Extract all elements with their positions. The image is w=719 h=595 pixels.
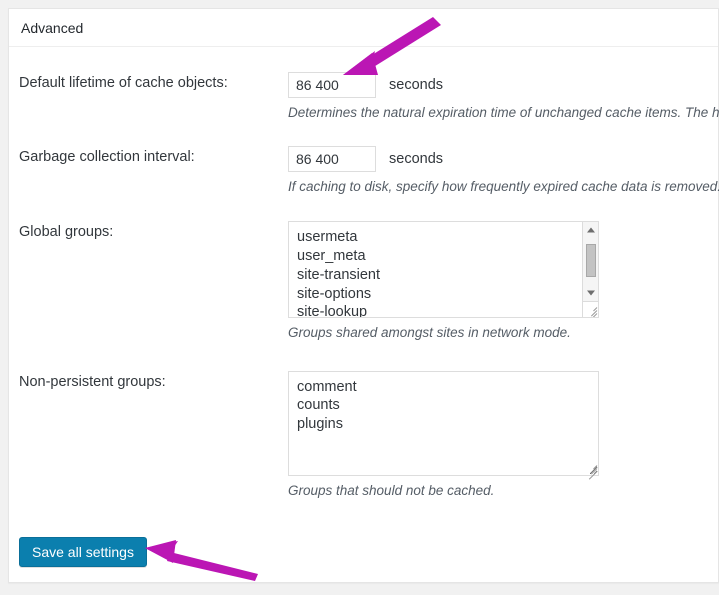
- gc-interval-unit-label: seconds: [389, 151, 444, 168]
- advanced-settings-card: Advanced Default lifetime of cache objec…: [8, 8, 719, 583]
- field-row-global-groups: Global groups: usermeta user_meta site-t…: [9, 196, 718, 342]
- field-gc-interval-cell: seconds If caching to disk, specify how …: [288, 146, 719, 196]
- cache-lifetime-input-line: seconds: [288, 72, 718, 98]
- label-cache-lifetime: Default lifetime of cache objects:: [19, 75, 228, 91]
- nonpersistent-groups-textarea-wrapper: comment counts plugins: [288, 370, 599, 480]
- field-global-groups-cell: usermeta user_meta site-transient site-o…: [288, 221, 718, 342]
- label-global-groups-cell: Global groups:: [9, 221, 288, 242]
- nonpersistent-groups-textarea[interactable]: comment counts plugins: [288, 370, 599, 476]
- gc-interval-input-line: seconds: [288, 146, 718, 173]
- nonpersistent-groups-description: Groups that should not be cached.: [288, 482, 495, 498]
- cache-lifetime-unit-label: seconds: [389, 77, 444, 93]
- field-nonpersistent-groups-cell: comment counts plugins Groups that shoul…: [288, 370, 718, 500]
- page-title: Advanced: [21, 20, 84, 36]
- label-gc-interval-cell: Garbage collection interval:: [9, 146, 288, 167]
- global-groups-description: Groups shared amongst sites in network m…: [288, 325, 571, 341]
- field-row-nonpersistent-groups: Non-persistent groups: comment counts pl…: [9, 343, 718, 500]
- gc-interval-input[interactable]: [288, 146, 376, 173]
- cache-lifetime-description: Determines the natural expiration time o…: [288, 105, 719, 120]
- settings-form: Default lifetime of cache objects: secon…: [9, 47, 719, 567]
- save-all-settings-button[interactable]: Save all settings: [19, 536, 147, 567]
- card-header: Advanced: [9, 9, 718, 47]
- cache-lifetime-input[interactable]: [288, 72, 376, 98]
- submit-area: Save all settings: [9, 500, 718, 567]
- field-row-gc-interval: Garbage collection interval: seconds If …: [9, 122, 719, 196]
- global-groups-textarea-wrapper: usermeta user_meta site-transient site-o…: [288, 221, 599, 319]
- label-nonpersistent-groups-cell: Non-persistent groups:: [9, 371, 288, 392]
- screenshot-root: Advanced Default lifetime of cache objec…: [0, 0, 719, 595]
- label-nonpersistent-groups: Non-persistent groups:: [19, 373, 166, 390]
- label-gc-interval: Garbage collection interval:: [19, 149, 195, 166]
- field-cache-lifetime-cell: seconds Determines the natural expiratio…: [288, 72, 719, 122]
- field-row-cache-lifetime: Default lifetime of cache objects: secon…: [9, 47, 719, 122]
- gc-interval-description: If caching to disk, specify how frequent…: [288, 179, 719, 195]
- label-global-groups: Global groups:: [19, 224, 114, 241]
- global-groups-textarea[interactable]: usermeta user_meta site-transient site-o…: [288, 221, 599, 319]
- label-cache-lifetime-cell: Default lifetime of cache objects:: [9, 72, 288, 93]
